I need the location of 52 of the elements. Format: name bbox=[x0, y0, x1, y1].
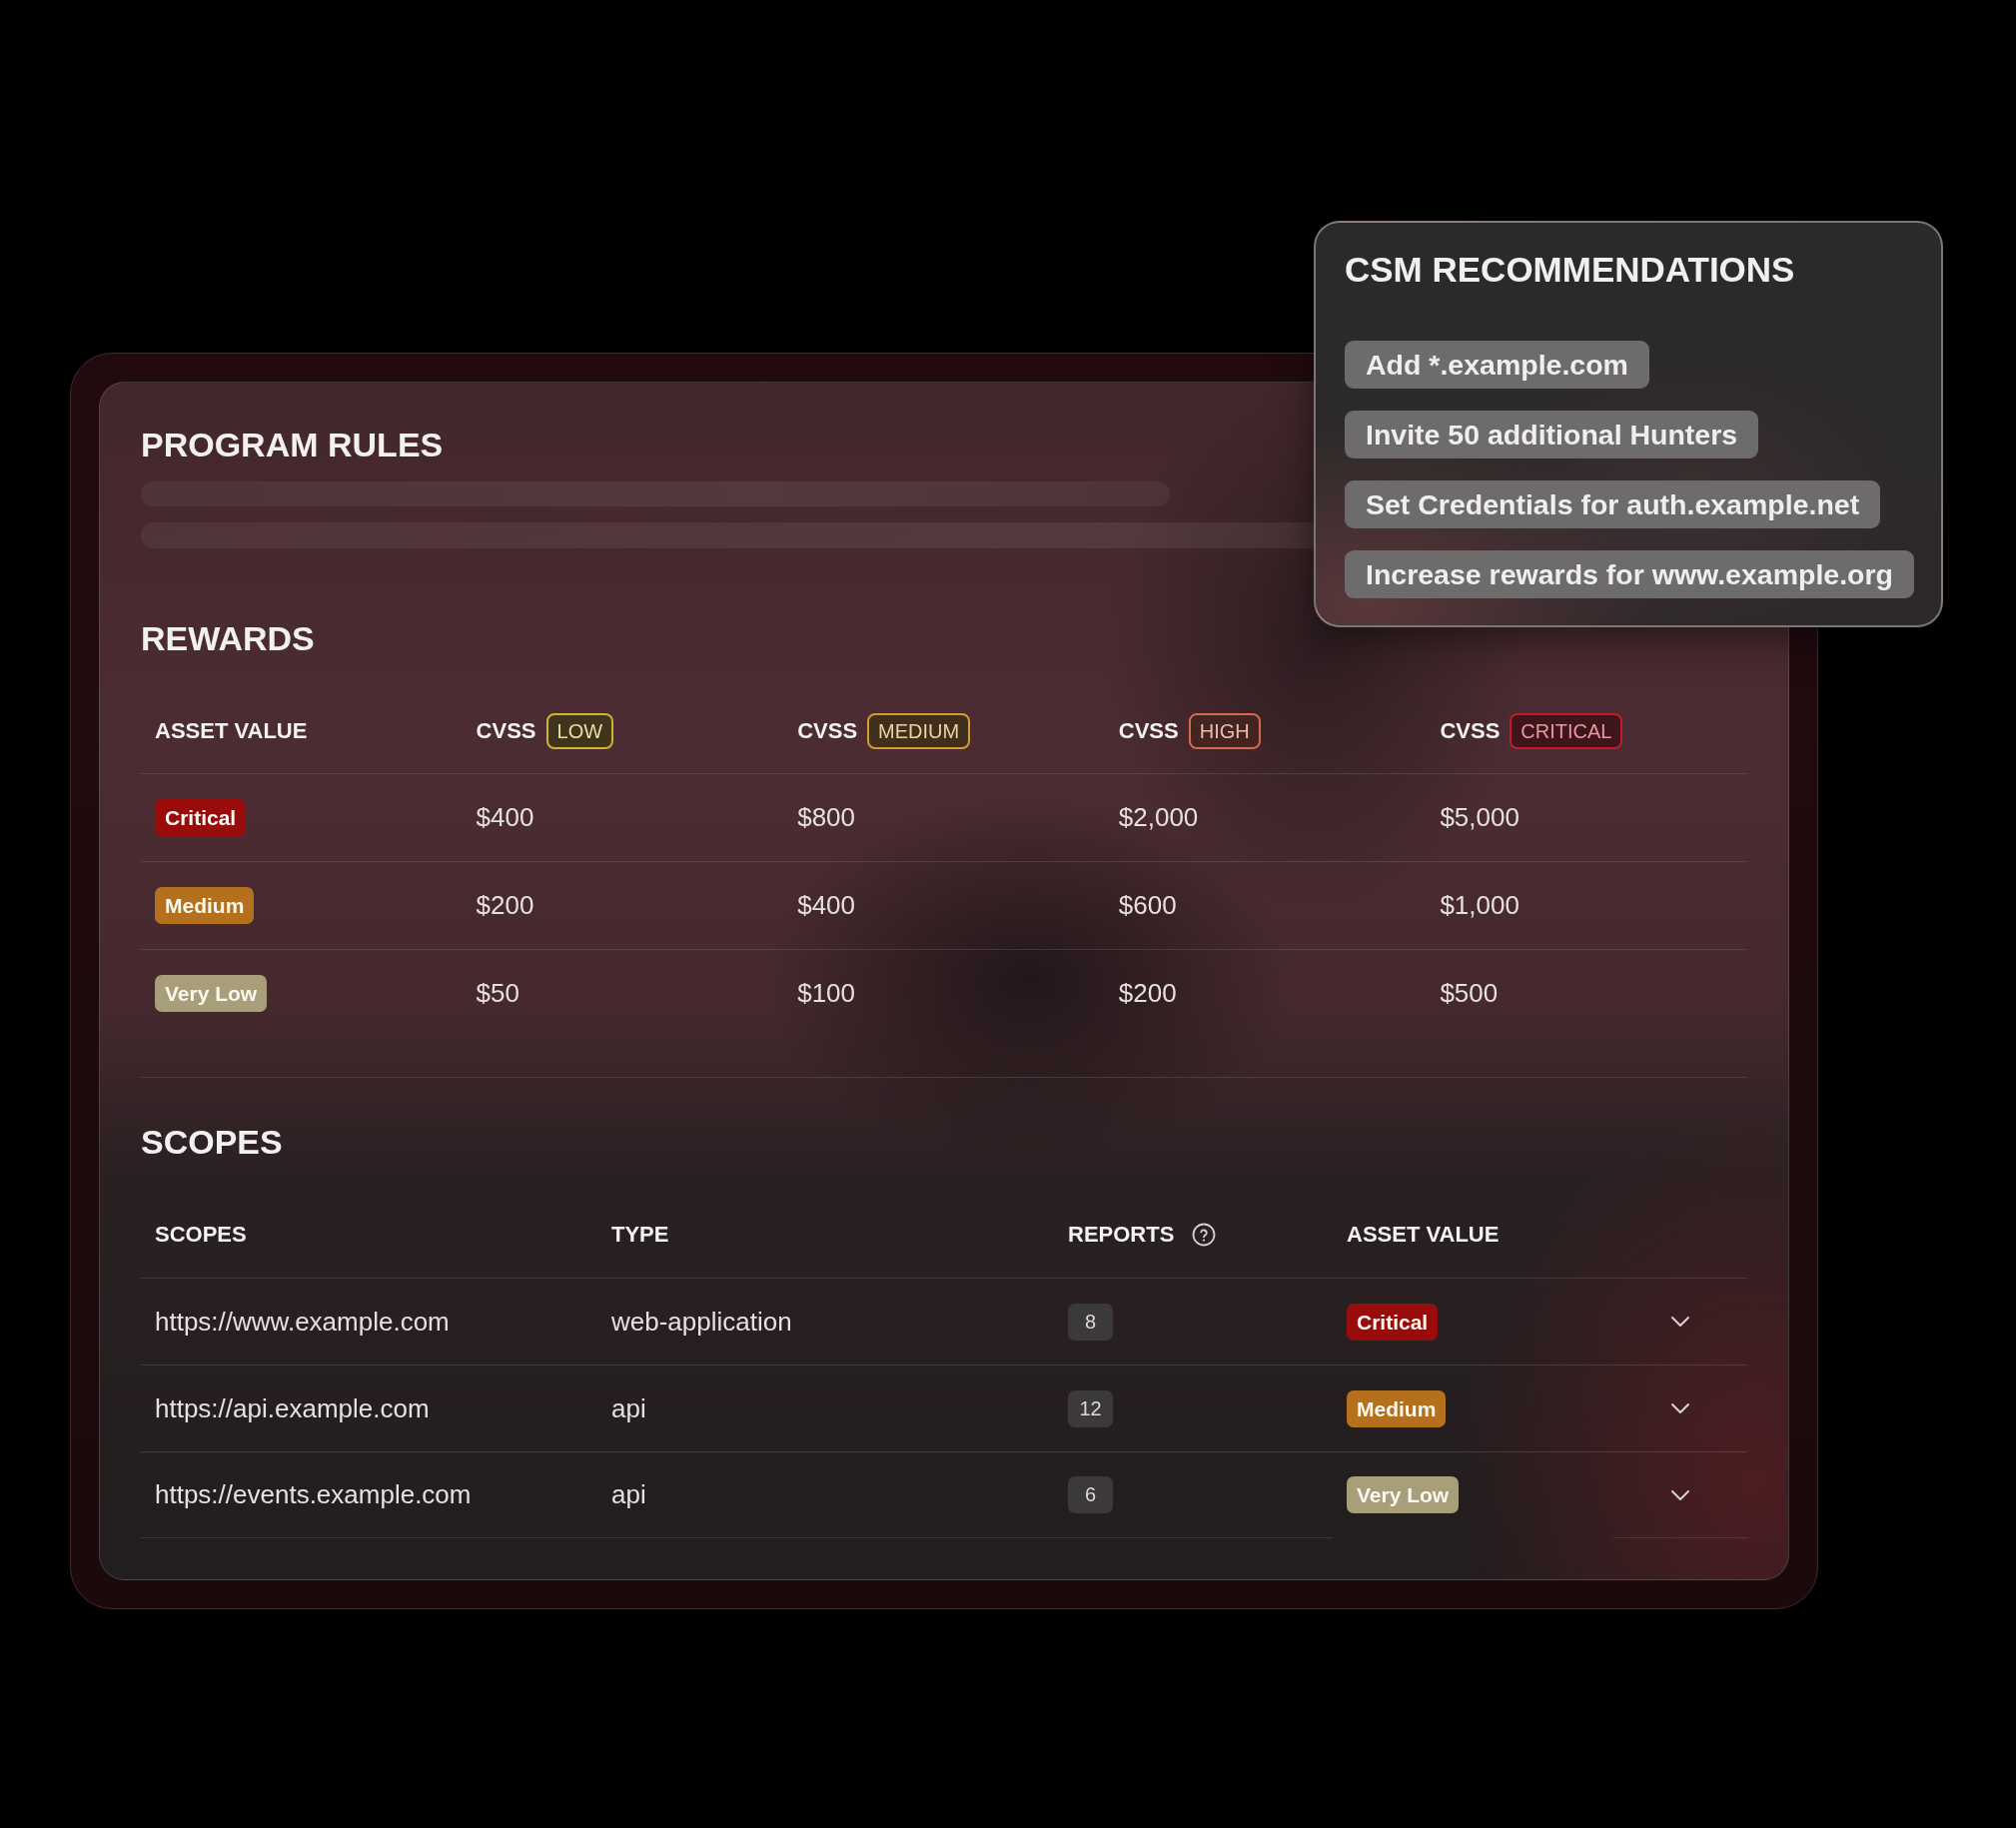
help-icon[interactable] bbox=[1192, 1223, 1217, 1247]
chevron-down-icon[interactable] bbox=[1670, 1402, 1690, 1414]
asset-value-badge: Medium bbox=[155, 887, 255, 924]
severity-tag: LOW bbox=[545, 713, 614, 749]
reward-amount: $5,000 bbox=[1440, 802, 1519, 833]
chevron-down-icon[interactable] bbox=[1670, 1488, 1690, 1501]
report-count: 12 bbox=[1068, 1389, 1113, 1427]
section-title: SCOPES bbox=[141, 1122, 283, 1162]
column-header: CVSS bbox=[476, 718, 536, 744]
column-header: CVSS bbox=[1118, 718, 1179, 744]
section-title: PROGRAM RULES bbox=[141, 425, 444, 464]
asset-value-badge: Critical bbox=[1347, 1303, 1439, 1341]
reward-amount: $2,000 bbox=[1118, 802, 1199, 833]
recommendation-chip[interactable]: Invite 50 additional Hunters bbox=[1345, 411, 1759, 458]
scope-url: https://events.example.com bbox=[155, 1479, 472, 1510]
reward-amount: $600 bbox=[1118, 890, 1177, 921]
severity-tag: HIGH bbox=[1188, 713, 1261, 749]
column-header: ASSET VALUE bbox=[155, 718, 308, 744]
chevron-down-icon[interactable] bbox=[1670, 1316, 1690, 1328]
asset-value-badge: Critical bbox=[155, 799, 247, 836]
scope-url: https://api.example.com bbox=[155, 1392, 430, 1424]
column-header: CVSS bbox=[1440, 718, 1501, 744]
report-count: 8 bbox=[1068, 1303, 1113, 1341]
scope-type: api bbox=[611, 1479, 646, 1510]
asset-value-badge: Very Low bbox=[155, 975, 268, 1012]
reward-amount: $500 bbox=[1440, 978, 1499, 1009]
asset-value-badge: Very Low bbox=[1347, 1476, 1460, 1513]
column-header: SCOPES bbox=[155, 1222, 247, 1248]
severity-tag: CRITICAL bbox=[1510, 713, 1623, 749]
reward-amount: $200 bbox=[476, 890, 534, 921]
section-title: REWARDS bbox=[141, 618, 315, 658]
column-header: ASSET VALUE bbox=[1347, 1222, 1500, 1248]
report-count: 6 bbox=[1068, 1476, 1113, 1513]
reward-amount: $50 bbox=[476, 978, 519, 1009]
reward-amount: $200 bbox=[1118, 978, 1177, 1009]
reward-amount: $400 bbox=[797, 890, 856, 921]
asset-value-badge: Medium bbox=[1347, 1389, 1447, 1427]
column-header: CVSS bbox=[797, 718, 858, 744]
column-header: TYPE bbox=[611, 1222, 669, 1248]
reward-amount: $800 bbox=[797, 802, 856, 833]
recommendation-chip[interactable]: Add *.example.com bbox=[1345, 341, 1649, 389]
scope-type: web-application bbox=[611, 1306, 792, 1338]
popup-title: CSM RECOMMENDATIONS bbox=[1345, 250, 1795, 290]
scope-url: https://www.example.com bbox=[155, 1306, 450, 1338]
scope-type: api bbox=[611, 1392, 646, 1424]
severity-tag: MEDIUM bbox=[867, 713, 971, 749]
reward-amount: $400 bbox=[476, 802, 534, 833]
recommendation-chip[interactable]: Increase rewards for www.example.org bbox=[1345, 550, 1914, 598]
reward-amount: $100 bbox=[797, 978, 856, 1009]
reward-amount: $1,000 bbox=[1440, 890, 1519, 921]
column-header: REPORTS bbox=[1068, 1222, 1175, 1248]
recommendation-chip[interactable]: Set Credentials for auth.example.net bbox=[1345, 480, 1881, 528]
